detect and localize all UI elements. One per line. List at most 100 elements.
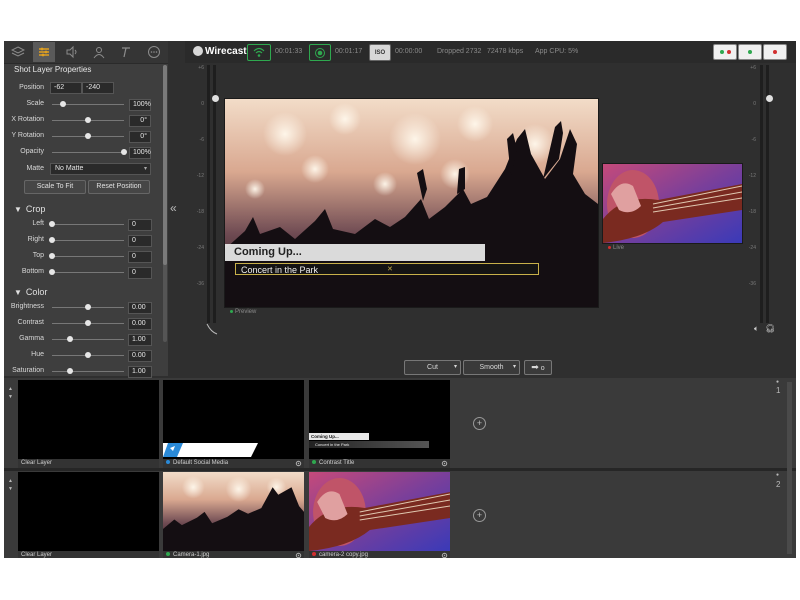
- right-slider[interactable]: [49, 237, 124, 243]
- move-handle-icon[interactable]: ✕: [387, 265, 393, 273]
- row-2-arrows[interactable]: ▲ ▼: [8, 477, 13, 493]
- bottom-slider[interactable]: [49, 269, 124, 275]
- shot-default-social-media[interactable]: Default Social Media: [163, 380, 304, 468]
- status-dot: [230, 309, 233, 313]
- scrollbar-thumb[interactable]: [163, 65, 167, 265]
- shot-camera-1[interactable]: Camera-1.jpg: [163, 472, 304, 558]
- master-audio-meter: [207, 65, 210, 323]
- slider-knob[interactable]: [67, 368, 73, 374]
- shot-clear-layer[interactable]: Clear Layer: [18, 380, 159, 468]
- slider-knob[interactable]: [67, 336, 73, 342]
- collapse-panel-icon[interactable]: «: [170, 201, 177, 215]
- hue-value[interactable]: 0.00: [128, 350, 152, 362]
- y-rotation-value[interactable]: 0°: [129, 131, 151, 143]
- monitor-volume-knob[interactable]: [766, 95, 773, 102]
- saturation-value[interactable]: 1.00: [128, 366, 152, 378]
- opacity-value[interactable]: 100%: [129, 147, 151, 159]
- cut-transition-select[interactable]: Cut ▾: [404, 360, 461, 375]
- bottom-value[interactable]: 0: [128, 267, 152, 279]
- more-icon[interactable]: [143, 42, 165, 62]
- color-section-header[interactable]: ▼ Color: [14, 287, 47, 297]
- row-handle-icon[interactable]: ●: [776, 378, 779, 386]
- contrast-slider[interactable]: [52, 320, 124, 326]
- scale-slider[interactable]: [52, 101, 124, 107]
- mini-subtitle: Concert in the Park: [309, 441, 429, 448]
- meter-scale-tick: -24: [196, 245, 204, 251]
- left-slider[interactable]: [49, 221, 124, 227]
- gamma-value[interactable]: 1.00: [128, 334, 152, 346]
- person-icon[interactable]: [88, 42, 110, 62]
- slider-knob[interactable]: [49, 237, 55, 243]
- slider-knob[interactable]: [49, 253, 55, 259]
- gear-icon[interactable]: [441, 460, 448, 467]
- preview-monitor[interactable]: Coming Up... Concert in the Park ✕: [224, 98, 599, 308]
- opacity-slider[interactable]: [52, 149, 127, 155]
- live-monitor[interactable]: [602, 163, 743, 244]
- text-icon[interactable]: [115, 42, 137, 62]
- position-label: Position: [19, 84, 44, 91]
- master-volume-knob[interactable]: [212, 95, 219, 102]
- scale-to-fit-button[interactable]: Scale To Fit: [24, 180, 86, 194]
- headphones-icon[interactable]: 🎧︎: [765, 324, 775, 333]
- iso-button[interactable]: ISO: [369, 44, 391, 61]
- right-value[interactable]: 0: [128, 235, 152, 247]
- matte-select[interactable]: No Matte ▾: [50, 163, 151, 175]
- row-1-arrows[interactable]: ▲ ▼: [8, 385, 13, 401]
- x-rotation-value[interactable]: 0°: [129, 115, 151, 127]
- shot-label: Default Social Media: [163, 459, 304, 468]
- gear-icon[interactable]: [441, 552, 448, 558]
- slider-knob[interactable]: [121, 149, 127, 155]
- top-value[interactable]: 0: [128, 251, 152, 263]
- add-shot-button[interactable]: +: [473, 417, 486, 430]
- stream-button[interactable]: [247, 44, 271, 61]
- properties-panel: Shot Layer Properties Position -62 -240 …: [4, 41, 168, 378]
- indicator-stream[interactable]: [713, 44, 737, 60]
- shot-contrast-title[interactable]: Coming Up... Concert in the Park Contras…: [309, 380, 450, 468]
- shots-scrollbar[interactable]: [787, 382, 792, 554]
- brightness-value[interactable]: 0.00: [128, 302, 152, 314]
- properties-scrollbar[interactable]: [163, 65, 167, 342]
- contrast-value[interactable]: 0.00: [128, 318, 152, 330]
- audio-icon[interactable]: [61, 42, 83, 62]
- scale-value[interactable]: 100%: [129, 99, 151, 111]
- properties-icon[interactable]: [33, 42, 55, 62]
- crop-section-header[interactable]: ▼ Crop: [14, 204, 45, 214]
- left-value[interactable]: 0: [128, 219, 152, 231]
- dropped-frames: Dropped 2732: [437, 48, 482, 55]
- hue-slider[interactable]: [52, 352, 124, 358]
- slider-knob[interactable]: [85, 352, 91, 358]
- position-y-field[interactable]: -240: [82, 82, 114, 94]
- row-handle-icon[interactable]: ●: [776, 471, 779, 479]
- brightness-slider[interactable]: [52, 304, 124, 310]
- go-label: o: [540, 365, 545, 372]
- preview-caption: Preview: [230, 309, 256, 315]
- layers-icon[interactable]: [7, 42, 29, 62]
- add-shot-button[interactable]: +: [473, 509, 486, 522]
- saturation-slider[interactable]: [52, 368, 124, 374]
- lower-third-title: Coming Up...: [225, 244, 485, 261]
- top-slider[interactable]: [49, 253, 124, 259]
- slider-knob[interactable]: [85, 133, 91, 139]
- slider-knob[interactable]: [59, 101, 66, 107]
- slider-knob[interactable]: [49, 269, 55, 275]
- go-button[interactable]: ➡ o: [524, 360, 552, 375]
- gear-icon[interactable]: [295, 552, 302, 558]
- gamma-slider[interactable]: [52, 336, 124, 342]
- speaker-icon[interactable]: 🔈︎: [754, 324, 759, 334]
- monitor-audio-meter: [760, 65, 763, 323]
- indicator-record[interactable]: [738, 44, 762, 60]
- y-rotation-slider[interactable]: [52, 133, 124, 139]
- shot-camera-2[interactable]: camera-2 copy.jpg: [309, 472, 450, 558]
- indicator-live[interactable]: [763, 44, 787, 60]
- gear-icon[interactable]: [295, 460, 302, 467]
- reset-position-button[interactable]: Reset Position: [88, 180, 150, 194]
- slider-knob[interactable]: [85, 320, 91, 326]
- slider-knob[interactable]: [49, 221, 55, 227]
- x-rotation-slider[interactable]: [52, 117, 124, 123]
- position-x-field[interactable]: -62: [50, 82, 82, 94]
- shot-clear-layer-2[interactable]: Clear Layer: [18, 472, 159, 558]
- record-button[interactable]: [309, 44, 331, 61]
- smooth-transition-select[interactable]: Smooth ▾: [463, 360, 520, 375]
- slider-knob[interactable]: [85, 117, 91, 123]
- slider-knob[interactable]: [85, 304, 91, 310]
